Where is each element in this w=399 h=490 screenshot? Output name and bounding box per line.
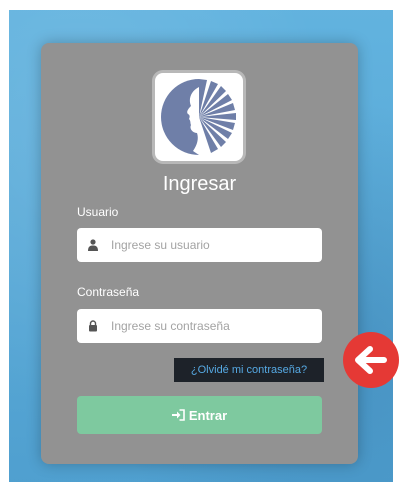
user-icon xyxy=(87,238,99,252)
left-arrow-icon xyxy=(355,346,387,374)
frame-border-top xyxy=(0,0,399,10)
lock-icon xyxy=(87,319,99,333)
username-input[interactable] xyxy=(111,238,311,252)
profile-face-sunburst-logo-icon xyxy=(161,79,236,155)
login-card: Ingresar Usuario Contraseña ¿Olvidé mi c… xyxy=(41,43,358,464)
password-label: Contraseña xyxy=(77,285,140,299)
sign-in-icon xyxy=(171,409,185,421)
logo xyxy=(155,73,243,161)
annotation-badge xyxy=(343,332,399,388)
page-title: Ingresar xyxy=(162,173,237,195)
frame-border-bottom xyxy=(0,482,399,490)
password-field-wrapper[interactable] xyxy=(77,309,322,343)
password-input[interactable] xyxy=(111,319,311,333)
frame-border-right xyxy=(393,0,399,490)
frame-border-left xyxy=(0,0,9,490)
submit-button[interactable]: Entrar xyxy=(77,396,322,434)
username-label: Usuario xyxy=(77,205,119,219)
submit-button-label: Entrar xyxy=(188,407,228,423)
forgot-password-link[interactable]: ¿Olvidé mi contraseña? xyxy=(174,358,324,382)
username-field-wrapper[interactable] xyxy=(77,228,322,262)
